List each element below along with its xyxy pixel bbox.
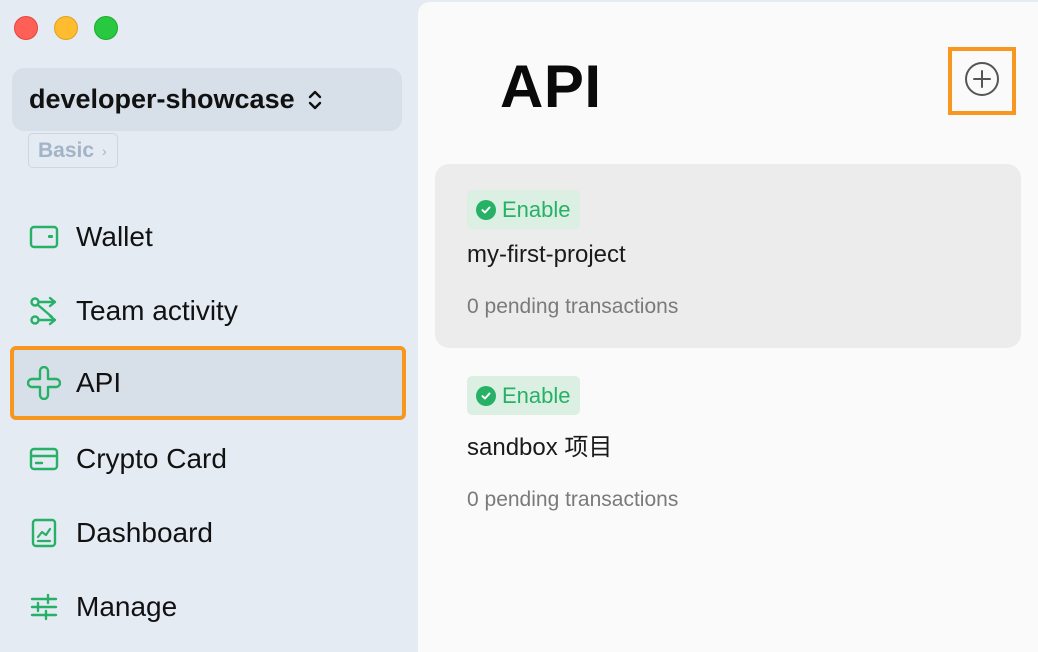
project-name: sandbox 项目 (467, 434, 613, 461)
add-project-button[interactable] (948, 47, 1016, 115)
wallet-icon (26, 219, 62, 255)
sidebar-item-label: Manage (76, 591, 178, 622)
maximize-window-button[interactable] (94, 16, 118, 40)
status-badge: Enable (467, 376, 580, 415)
chevron-right-icon: › (102, 142, 107, 159)
plan-label: Basic (38, 138, 95, 162)
status-label: Enable (502, 196, 571, 222)
window-controls (14, 16, 118, 40)
sidebar-item-team-activity[interactable]: Team activity (12, 276, 404, 346)
sidebar: developer-showcase Basic › Wallet Team a… (0, 0, 418, 652)
workspace-name: developer-showcase (29, 84, 295, 114)
project-card[interactable]: Enable my-first-project 0 pending transa… (435, 164, 1021, 348)
close-window-button[interactable] (14, 16, 38, 40)
minimize-window-button[interactable] (54, 16, 78, 40)
sidebar-item-api[interactable]: API (10, 346, 406, 420)
pending-transactions: 0 pending transactions (467, 488, 679, 511)
sidebar-item-label: Wallet (76, 221, 153, 252)
check-circle-icon (476, 199, 496, 220)
project-name: my-first-project (467, 241, 626, 268)
sidebar-item-label: Team activity (76, 295, 238, 326)
project-card[interactable]: Enable sandbox 项目 0 pending transactions (435, 350, 1021, 534)
status-badge: Enable (467, 190, 580, 229)
sidebar-item-dashboard[interactable]: Dashboard (12, 498, 404, 568)
page-title: API (500, 53, 602, 120)
chart-doc-icon (26, 515, 62, 551)
workspace-switcher[interactable]: developer-showcase (12, 68, 402, 131)
main-panel: API Enable my-first-project 0 pending tr… (418, 2, 1038, 652)
sidebar-item-crypto-card[interactable]: Crypto Card (12, 424, 404, 494)
sidebar-item-label: Crypto Card (76, 443, 227, 474)
sidebar-item-label: API (76, 367, 122, 398)
sliders-icon (26, 589, 62, 625)
chevron-up-down-icon (307, 88, 323, 112)
sidebar-item-wallet[interactable]: Wallet (12, 202, 404, 272)
status-label: Enable (502, 382, 571, 408)
sidebar-item-manage[interactable]: Manage (12, 572, 404, 642)
flow-icon (26, 293, 62, 329)
plan-badge[interactable]: Basic › (28, 133, 118, 168)
check-circle-icon (476, 385, 496, 406)
sidebar-item-label: Dashboard (76, 517, 213, 548)
card-icon (26, 441, 62, 477)
pending-transactions: 0 pending transactions (467, 295, 679, 318)
api-icon (26, 365, 62, 401)
plus-circle-icon (963, 60, 1001, 103)
